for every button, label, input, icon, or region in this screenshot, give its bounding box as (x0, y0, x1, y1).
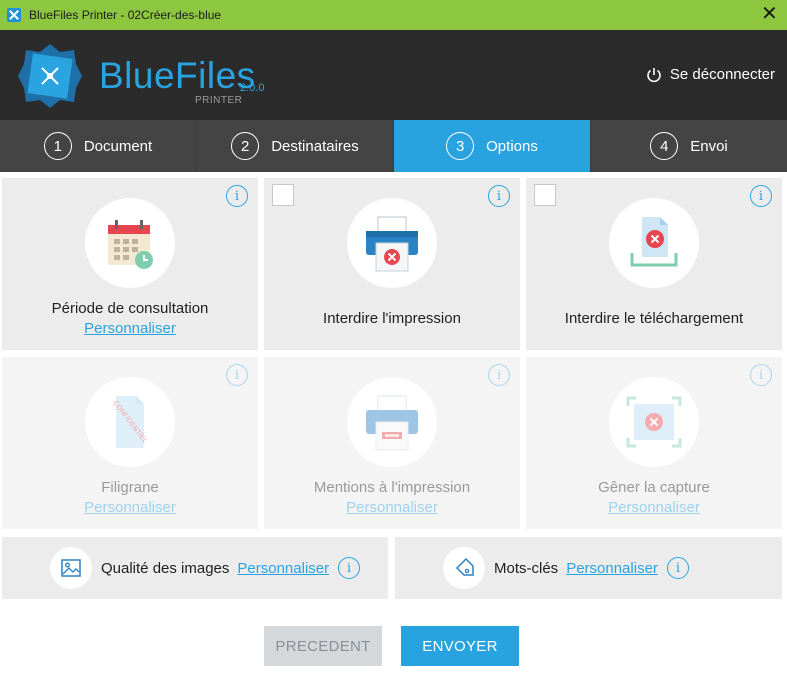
info-icon[interactable]: i (750, 185, 772, 207)
option-label: Mots-clés (494, 559, 559, 577)
step-number: 2 (231, 132, 260, 160)
option-label: Période de consultation (51, 300, 209, 317)
icon-circle (347, 198, 437, 288)
customize-capture-link[interactable]: Personnaliser (526, 499, 782, 516)
step-number: 3 (446, 132, 475, 160)
icon-circle (609, 198, 699, 288)
step-label: Document (83, 137, 153, 155)
printer-mentions-icon (366, 395, 418, 451)
brand-product: PRINTER (195, 95, 243, 106)
option-label: Qualité des images (101, 559, 230, 577)
close-icon[interactable]: ✕ (761, 4, 778, 24)
option-row-image-quality: Qualité des images Personnaliser i (2, 537, 388, 599)
watermark-document-icon: CONFIDENTIEL (111, 396, 149, 448)
bluefiles-logo-icon (18, 44, 82, 108)
step-number: 4 (650, 132, 679, 160)
option-label: Interdire l'impression (323, 310, 461, 327)
info-icon[interactable]: i (750, 364, 772, 386)
icon-circle (443, 547, 485, 589)
step-number: 1 (43, 132, 72, 160)
customize-watermark-link[interactable]: Personnaliser (2, 499, 258, 516)
option-card-watermark: i CONFIDENTIEL Filigrane Personnaliser (2, 357, 258, 529)
step-document[interactable]: 1 Document (0, 120, 197, 172)
customize-keywords-link[interactable]: Personnaliser (566, 560, 658, 577)
step-label: Destinataires (271, 137, 359, 155)
option-card-no-download: i Interdire le téléchargement (526, 178, 782, 350)
customize-period-link[interactable]: Personnaliser (2, 320, 258, 337)
option-label: Interdire le téléchargement (564, 310, 744, 327)
step-options[interactable]: 3 Options (394, 120, 591, 172)
wizard-steps: 1 Document 2 Destinataires 3 Options 4 E… (0, 120, 787, 172)
previous-button[interactable]: PRECEDENT (264, 626, 382, 666)
icon-circle (347, 377, 437, 467)
info-icon[interactable]: i (488, 185, 510, 207)
icon-circle: CONFIDENTIEL (85, 377, 175, 467)
option-card-print-mentions: i Mentions à l'impression Personnaliser (264, 357, 520, 529)
send-button[interactable]: ENVOYER (401, 626, 519, 666)
step-label: Envoi (690, 137, 728, 155)
no-download-checkbox[interactable] (534, 184, 556, 206)
icon-circle (85, 198, 175, 288)
option-card-period: i Période de consultation Personnaliser (2, 178, 258, 350)
info-icon[interactable]: i (488, 364, 510, 386)
option-label: Mentions à l'impression (313, 479, 471, 496)
option-card-screen-capture: i Gêner la capture Personnaliser (526, 357, 782, 529)
option-card-no-print: i Interdire l'impression (264, 178, 520, 350)
info-icon[interactable]: i (226, 185, 248, 207)
option-label: Gêner la capture (598, 479, 710, 496)
printer-blocked-icon (366, 216, 418, 272)
download-blocked-icon (630, 217, 678, 267)
power-icon (647, 67, 661, 82)
brand-version: 2.0.0 (240, 82, 265, 94)
calendar-icon (108, 220, 153, 269)
info-icon[interactable]: i (226, 364, 248, 386)
app-icon (7, 8, 21, 22)
image-icon (61, 559, 81, 577)
tag-icon (455, 557, 474, 576)
screen-capture-icon (626, 396, 682, 448)
no-print-checkbox[interactable] (272, 184, 294, 206)
step-send[interactable]: 4 Envoi (591, 120, 787, 172)
logout-button[interactable]: Se déconnecter (646, 66, 775, 83)
info-icon[interactable]: i (338, 557, 361, 579)
icon-circle (609, 377, 699, 467)
window-title: BlueFiles Printer - 02Créer-des-blue (29, 8, 222, 22)
app-header: BlueFiles 2.0.0 PRINTER Se déconnecter (0, 30, 787, 120)
brand-name: BlueFiles (99, 55, 256, 96)
option-label: Filigrane (101, 479, 159, 496)
logout-label: Se déconnecter (669, 66, 775, 83)
option-row-keywords: Mots-clés Personnaliser i (395, 537, 782, 599)
info-icon[interactable]: i (666, 557, 689, 579)
window-titlebar: BlueFiles Printer - 02Créer-des-blue ✕ (0, 0, 787, 30)
step-recipients[interactable]: 2 Destinataires (197, 120, 394, 172)
customize-image-quality-link[interactable]: Personnaliser (237, 560, 329, 577)
customize-mentions-link[interactable]: Personnaliser (264, 499, 520, 516)
step-label: Options (486, 137, 538, 155)
icon-circle (50, 547, 92, 589)
